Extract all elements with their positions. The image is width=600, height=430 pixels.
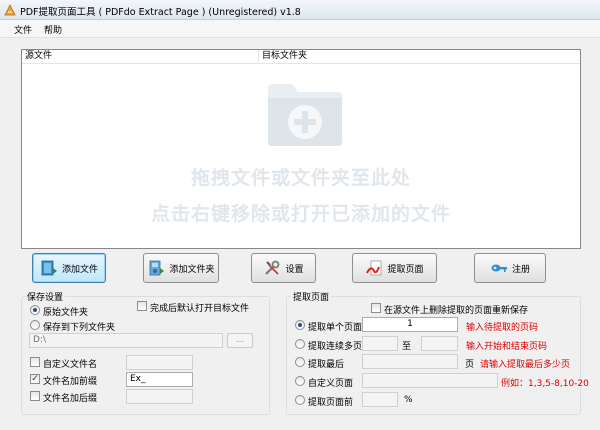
add-file-button[interactable]: 添加文件: [32, 253, 106, 283]
wrench-screwdriver-icon: [265, 260, 280, 275]
custom-pages-label: 自定义页面: [308, 379, 354, 389]
open-target-after-label: 完成后默认打开目标文件: [150, 304, 250, 314]
last-pages-radio[interactable]: [295, 357, 305, 367]
register-button[interactable]: 注册: [474, 253, 546, 283]
add-folder-label: 添加文件夹: [169, 264, 215, 275]
multi-page-hint: 输入开始和结束页码: [466, 342, 548, 352]
end-page-input[interactable]: [421, 336, 458, 351]
original-folder-radio[interactable]: [30, 305, 40, 315]
single-page-hint: 输入待提取的页码: [466, 323, 539, 333]
custom-filename-input[interactable]: [126, 355, 193, 370]
suffix-input[interactable]: [126, 389, 193, 404]
save-settings-title: 保存设置: [25, 290, 66, 303]
custom-pages-radio[interactable]: [295, 376, 305, 386]
single-page-input[interactable]: 1: [362, 317, 458, 332]
custom-filename-checkbox[interactable]: [30, 357, 40, 367]
menu-file[interactable]: 文件: [14, 23, 32, 36]
column-header-target[interactable]: 目标文件夹: [259, 50, 580, 64]
add-folder-icon: [150, 260, 165, 276]
single-page-label: 提取单个页面: [308, 323, 363, 333]
delete-from-source-checkbox[interactable]: [371, 303, 381, 313]
settings-label: 设置: [285, 264, 304, 275]
last-pages-hint: 请输入提取最后多少页: [480, 360, 571, 370]
add-prefix-label: 文件名加前缀: [43, 377, 98, 387]
pdf-extract-icon: [366, 260, 382, 276]
original-folder-label: 原始文件夹: [43, 308, 89, 318]
save-to-folder-radio[interactable]: [30, 320, 40, 330]
multi-page-radio[interactable]: [295, 339, 305, 349]
extract-settings-title: 提取页面: [291, 290, 332, 303]
add-file-label: 添加文件: [61, 264, 98, 275]
window-title: PDF提取页面工具 ( PDFdo Extract Page ) (Unregi…: [20, 7, 301, 18]
multi-page-label: 提取连续多页: [308, 342, 363, 352]
menu-help[interactable]: 帮助: [44, 23, 62, 36]
front-pages-input[interactable]: [362, 392, 398, 407]
file-list-panel[interactable]: 源文件 目标文件夹 拖拽文件或文件夹至此处 点击右键移除或打开已添加的文件: [21, 49, 581, 249]
page-unit-label: 页: [465, 360, 475, 370]
to-label: 至: [402, 342, 412, 352]
drop-hint-primary: 拖拽文件或文件夹至此处: [190, 167, 411, 189]
app-logo-icon: [4, 4, 16, 16]
front-pages-radio[interactable]: [295, 395, 305, 405]
add-prefix-checkbox[interactable]: ✓: [30, 374, 40, 384]
add-suffix-checkbox[interactable]: [30, 391, 40, 401]
single-page-radio[interactable]: [295, 320, 305, 330]
menu-bar: 文件 帮助: [0, 20, 600, 38]
open-target-after-checkbox[interactable]: [137, 301, 147, 311]
extract-pages-button[interactable]: 提取页面: [352, 253, 437, 283]
target-folder-path-input[interactable]: D:\: [29, 333, 223, 348]
save-to-folder-label: 保存到下列文件夹: [43, 323, 116, 333]
browse-folder-button[interactable]: ...: [227, 333, 253, 348]
add-file-icon: [41, 260, 57, 276]
register-label: 注册: [511, 264, 530, 275]
custom-filename-label: 自定义文件名: [43, 360, 98, 370]
last-pages-input[interactable]: [362, 354, 458, 369]
delete-from-source-label: 在源文件上删除提取的页面重新保存: [384, 306, 529, 316]
prefix-input[interactable]: Ex_: [126, 372, 193, 387]
folder-add-icon: [268, 84, 342, 146]
front-pages-label: 提取页面前: [308, 398, 354, 408]
add-suffix-label: 文件名加后缀: [43, 394, 98, 404]
extract-pages-label: 提取页面: [387, 264, 424, 275]
custom-pages-example: 例如：1,3,5-8,10-20: [501, 379, 589, 389]
add-folder-button[interactable]: 添加文件夹: [143, 253, 219, 283]
column-header-source[interactable]: 源文件: [22, 50, 258, 64]
start-page-input[interactable]: [362, 336, 398, 351]
settings-button[interactable]: 设置: [251, 253, 316, 283]
key-icon: [491, 264, 507, 272]
drop-hint-secondary: 点击右键移除或打开已添加的文件: [150, 203, 451, 225]
title-bar: PDF提取页面工具 ( PDFdo Extract Page ) (Unregi…: [0, 0, 600, 20]
custom-pages-input[interactable]: [362, 373, 498, 388]
percent-label: %: [404, 395, 413, 405]
last-pages-label: 提取最后: [308, 360, 345, 370]
